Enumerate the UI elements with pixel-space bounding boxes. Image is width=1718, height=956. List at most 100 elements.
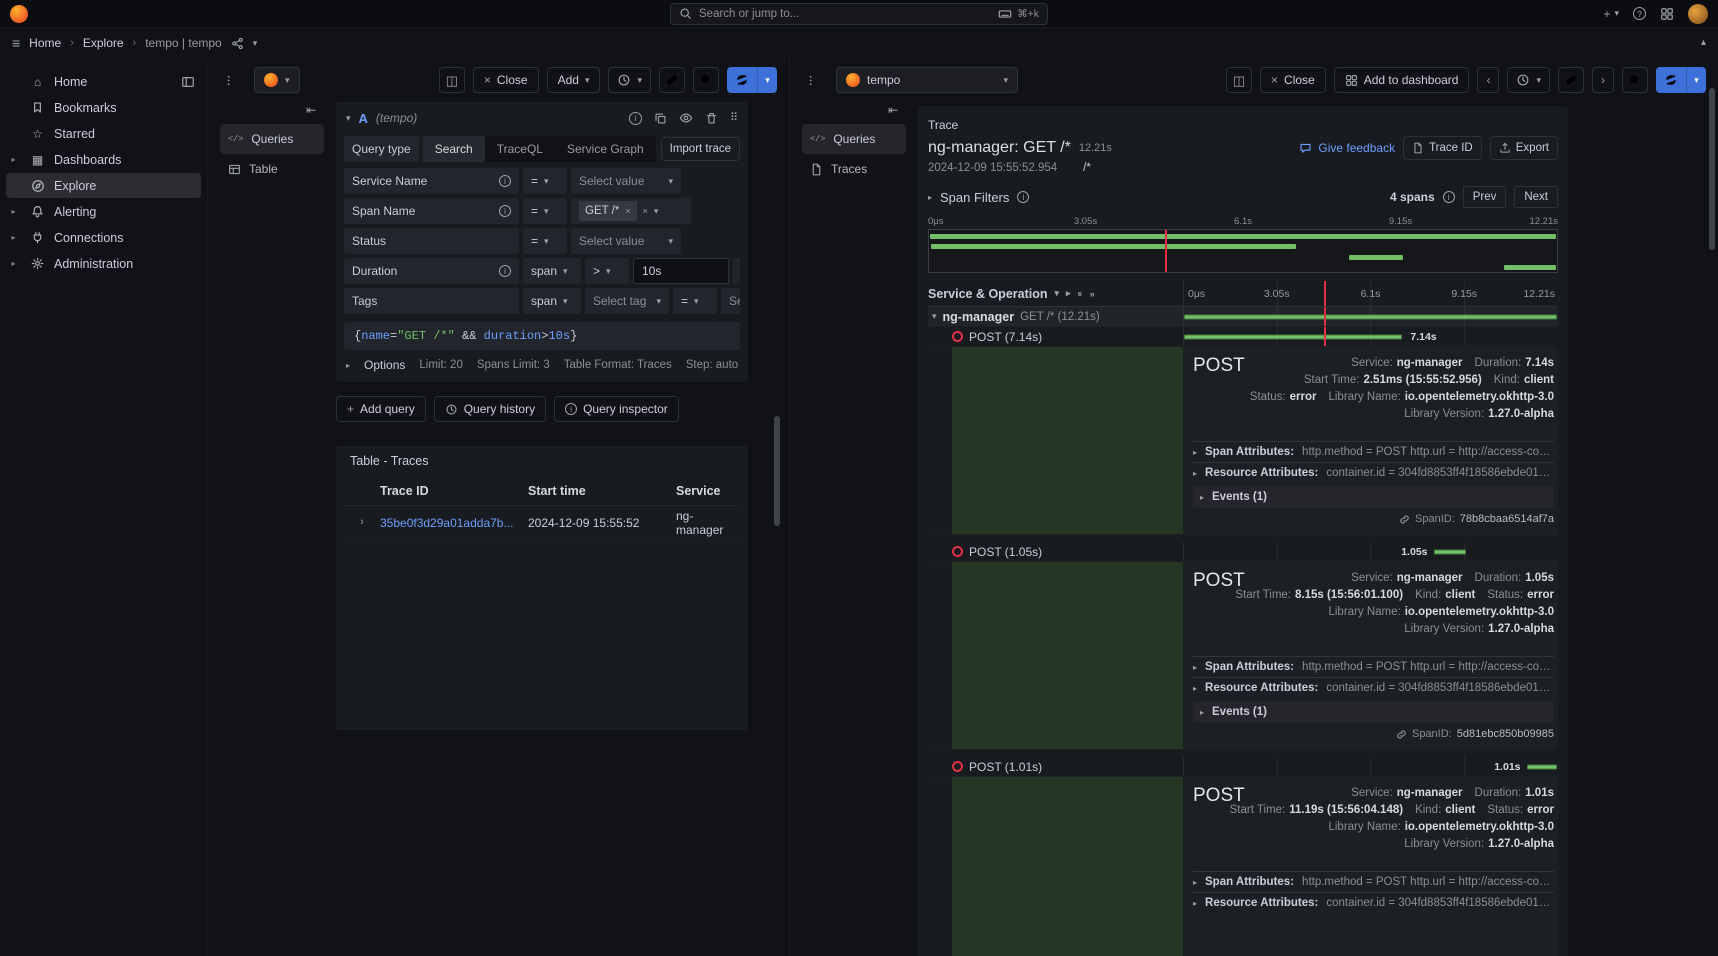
export-button[interactable]: Export bbox=[1490, 136, 1558, 160]
sidebar-item-administration[interactable]: ▸ Administration bbox=[6, 251, 201, 276]
content-outline-icon[interactable] bbox=[802, 67, 828, 93]
chevron-right-icon[interactable]: ▸ bbox=[6, 207, 21, 216]
span-subtree-highlight[interactable] bbox=[952, 347, 1183, 534]
span-name-value-select[interactable]: GET /*× × ▾ bbox=[571, 198, 691, 224]
chevron-right-icon[interactable]: ▸ bbox=[1066, 288, 1071, 299]
close-pane-button[interactable]: ×Close bbox=[1260, 67, 1326, 93]
span-attributes-toggle[interactable]: ▸Span Attributes:http.method = POST http… bbox=[1193, 871, 1554, 892]
expand-row-icon[interactable]: › bbox=[344, 517, 380, 528]
info-icon[interactable]: i bbox=[499, 265, 511, 277]
close-pane-button[interactable]: ×Close bbox=[473, 67, 539, 93]
outline-item-queries[interactable]: </> Queries bbox=[802, 124, 906, 154]
datasource-picker[interactable]: tempo ▾ bbox=[836, 67, 1018, 93]
resource-attributes-toggle[interactable]: ▸Resource Attributes:container.id = 304f… bbox=[1193, 892, 1554, 913]
hide-query-icon[interactable] bbox=[679, 111, 693, 125]
resource-attributes-toggle[interactable]: ▸Resource Attributes:container.id = 304f… bbox=[1193, 677, 1554, 698]
give-feedback-link[interactable]: Give feedback bbox=[1299, 141, 1395, 155]
chevron-down-icon[interactable]: ▾ bbox=[1055, 288, 1060, 299]
span-bar[interactable] bbox=[1184, 314, 1557, 319]
span-subtree-highlight[interactable] bbox=[952, 777, 1183, 956]
outline-item-traces[interactable]: Traces bbox=[802, 154, 906, 184]
tags-key-select[interactable]: Select tag▾ bbox=[585, 288, 669, 314]
apps-grid-icon[interactable] bbox=[1660, 7, 1674, 21]
span-filters-toggle[interactable]: ▸ Span Filters i bbox=[928, 190, 1029, 205]
info-icon[interactable]: i bbox=[1443, 191, 1455, 203]
run-query-button[interactable]: ▾ bbox=[1656, 67, 1706, 93]
span-attributes-toggle[interactable]: ▸Span Attributes:http.method = POST http… bbox=[1193, 441, 1554, 462]
add-query-button[interactable]: +Add query bbox=[336, 396, 426, 422]
time-shift-right-icon[interactable]: › bbox=[1592, 67, 1614, 93]
trace-id-link[interactable]: 35be0f3d29a01adda7b... bbox=[380, 516, 528, 530]
resource-attributes-toggle[interactable]: ▸Resource Attributes:container.id = 304f… bbox=[1193, 462, 1554, 483]
chevron-right-icon[interactable]: ▸ bbox=[6, 155, 21, 164]
search-input[interactable] bbox=[699, 8, 991, 20]
query-options-summary[interactable]: ▸ Options Limit: 20 Spans Limit: 3 Table… bbox=[344, 358, 740, 372]
chevron-down-icon[interactable]: ▾ bbox=[932, 312, 937, 321]
breadcrumb-home[interactable]: Home bbox=[29, 36, 61, 50]
span-bar[interactable] bbox=[1527, 764, 1557, 769]
minimap-canvas[interactable] bbox=[928, 229, 1558, 273]
next-span-button[interactable]: Next bbox=[1514, 186, 1558, 208]
copy-query-icon[interactable] bbox=[654, 112, 667, 125]
drag-handle-icon[interactable]: ⠿ bbox=[730, 113, 738, 124]
tab-service-graph[interactable]: Service Graph bbox=[555, 136, 656, 162]
chevron-right-icon[interactable]: ▸ bbox=[6, 259, 21, 268]
copy-link-icon[interactable] bbox=[1558, 67, 1584, 93]
sidebar-item-alerting[interactable]: ▸ Alerting bbox=[6, 199, 201, 224]
content-outline-icon[interactable] bbox=[220, 67, 246, 93]
time-picker-button[interactable]: ▾ bbox=[608, 67, 651, 93]
run-options-caret[interactable]: ▾ bbox=[1686, 67, 1706, 93]
breadcrumb-current[interactable]: tempo | tempo bbox=[145, 36, 222, 50]
split-pane-icon[interactable]: ◫ bbox=[439, 67, 465, 93]
service-name-operator-select[interactable]: =▾ bbox=[523, 168, 567, 194]
sidebar-item-dashboards[interactable]: ▸ ▦ Dashboards bbox=[6, 147, 201, 172]
info-icon[interactable]: i bbox=[499, 205, 511, 217]
duration-operator-select[interactable]: >▾ bbox=[585, 258, 629, 284]
sidebar-item-home[interactable]: ⌂ Home bbox=[6, 69, 201, 94]
collapse-bar-icon[interactable]: ▴ bbox=[1701, 38, 1706, 48]
col-trace-id[interactable]: Trace ID bbox=[380, 484, 528, 498]
span-name-operator-select[interactable]: =▾ bbox=[523, 198, 567, 224]
share-icon[interactable] bbox=[231, 37, 244, 50]
trace-id-button[interactable]: Trace ID bbox=[1403, 136, 1482, 160]
add-button[interactable]: Add▾ bbox=[547, 67, 601, 93]
span-row-post-1[interactable]: POST (7.14s) 7.14s bbox=[928, 327, 1558, 347]
query-row-header[interactable]: ▾ A (tempo) i ⠿ bbox=[336, 102, 748, 134]
delete-query-icon[interactable] bbox=[705, 112, 718, 125]
tab-traceql[interactable]: TraceQL bbox=[485, 136, 555, 162]
query-history-button[interactable]: Query history bbox=[434, 396, 546, 422]
sidebar-item-explore[interactable]: Explore bbox=[6, 173, 201, 198]
split-pane-icon[interactable]: ◫ bbox=[1226, 67, 1252, 93]
panel-title[interactable]: Table - Traces bbox=[336, 446, 748, 476]
span-bar[interactable] bbox=[1434, 549, 1466, 554]
span-bar[interactable] bbox=[1184, 334, 1402, 339]
events-toggle[interactable]: ▸Events (1) bbox=[1193, 486, 1554, 508]
span-id-value[interactable]: 5d81ebc850b09985 bbox=[1457, 728, 1554, 740]
query-info-icon[interactable]: i bbox=[629, 112, 642, 125]
col-service[interactable]: Service bbox=[676, 484, 740, 498]
copy-link-icon[interactable] bbox=[659, 67, 685, 93]
help-icon[interactable]: ? bbox=[1633, 7, 1646, 20]
right-pane-scrollbar[interactable] bbox=[1709, 88, 1715, 250]
remove-chip-icon[interactable]: × bbox=[625, 206, 630, 216]
span-subtree-highlight[interactable] bbox=[952, 562, 1183, 749]
time-picker-button[interactable]: ▾ bbox=[1507, 67, 1550, 93]
new-menu-button[interactable]: +▾ bbox=[1603, 8, 1619, 20]
col-start-time[interactable]: Start time bbox=[528, 484, 676, 498]
collapse-all-icon[interactable]: » bbox=[1075, 291, 1085, 296]
zoom-out-icon[interactable] bbox=[693, 67, 719, 93]
user-avatar[interactable] bbox=[1688, 4, 1708, 24]
span-id-value[interactable]: 78b8cbaa6514af7a bbox=[1460, 513, 1554, 525]
status-operator-select[interactable]: =▾ bbox=[523, 228, 567, 254]
expand-all-icon[interactable]: » bbox=[1090, 289, 1095, 299]
events-toggle[interactable]: ▸Events (1) bbox=[1193, 701, 1554, 723]
sidebar-item-connections[interactable]: ▸ Connections bbox=[6, 225, 201, 250]
run-query-button[interactable]: ▾ bbox=[727, 67, 777, 93]
tags-value-select[interactable]: Select va bbox=[721, 288, 740, 314]
chevron-down-icon[interactable]: ▾ bbox=[346, 114, 351, 123]
tags-operator-select[interactable]: =▾ bbox=[673, 288, 717, 314]
prev-span-button[interactable]: Prev bbox=[1463, 186, 1507, 208]
chevron-down-icon[interactable]: ▾ bbox=[253, 39, 258, 48]
global-search[interactable]: ⌘+k bbox=[670, 3, 1048, 25]
info-icon[interactable]: i bbox=[1017, 191, 1029, 203]
